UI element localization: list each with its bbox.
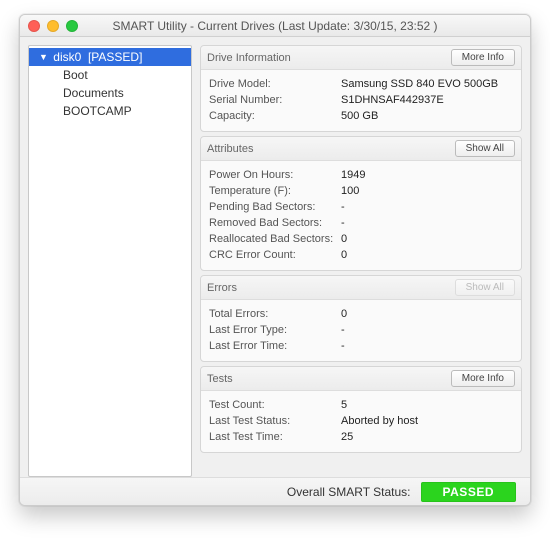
section-header: Tests More Info	[201, 367, 521, 391]
window-title: SMART Utility - Current Drives (Last Upd…	[20, 19, 530, 33]
section-header: Attributes Show All	[201, 137, 521, 161]
section-attributes: Attributes Show All Power On Hours:1949 …	[200, 136, 522, 271]
kv-value: -	[341, 340, 345, 352]
titlebar: SMART Utility - Current Drives (Last Upd…	[20, 15, 530, 37]
kv-key: Drive Model:	[209, 78, 341, 90]
kv-key: Temperature (F):	[209, 185, 341, 197]
kv-row: Last Test Status:Aborted by host	[209, 413, 513, 429]
content-area: ▼ disk0 [PASSED] Boot Documents BOOTCAMP…	[20, 37, 530, 477]
overall-status-label: Overall SMART Status:	[287, 485, 411, 499]
sidebar-item-disk0[interactable]: ▼ disk0 [PASSED]	[29, 48, 191, 66]
more-info-button[interactable]: More Info	[451, 49, 515, 66]
kv-key: CRC Error Count:	[209, 249, 341, 261]
traffic-lights	[28, 20, 78, 32]
show-all-button[interactable]: Show All	[455, 140, 515, 157]
sidebar-item-boot[interactable]: Boot	[29, 66, 191, 84]
kv-row: Temperature (F):100	[209, 183, 513, 199]
close-icon[interactable]	[28, 20, 40, 32]
main-panel: Drive Information More Info Drive Model:…	[200, 45, 522, 477]
kv-value: -	[341, 324, 345, 336]
kv-value: Aborted by host	[341, 415, 418, 427]
section-tests: Tests More Info Test Count:5 Last Test S…	[200, 366, 522, 453]
kv-row: Drive Model:Samsung SSD 840 EVO 500GB	[209, 76, 513, 92]
kv-row: Last Error Type:-	[209, 322, 513, 338]
kv-value: 0	[341, 308, 347, 320]
kv-value: 0	[341, 233, 347, 245]
kv-value: 25	[341, 431, 353, 443]
maximize-icon[interactable]	[66, 20, 78, 32]
kv-row: Last Test Time:25	[209, 429, 513, 445]
drive-sidebar: ▼ disk0 [PASSED] Boot Documents BOOTCAMP	[28, 45, 192, 477]
section-body: Total Errors:0 Last Error Type:- Last Er…	[201, 300, 521, 361]
sidebar-item-documents[interactable]: Documents	[29, 84, 191, 102]
kv-value: 500 GB	[341, 110, 378, 122]
kv-row: Pending Bad Sectors:-	[209, 199, 513, 215]
section-title: Drive Information	[207, 52, 291, 64]
kv-key: Capacity:	[209, 110, 341, 122]
kv-key: Total Errors:	[209, 308, 341, 320]
show-all-button: Show All	[455, 279, 515, 296]
kv-value: S1DHNSAF442937E	[341, 94, 444, 106]
section-errors: Errors Show All Total Errors:0 Last Erro…	[200, 275, 522, 362]
more-info-button[interactable]: More Info	[451, 370, 515, 387]
kv-key: Last Test Time:	[209, 431, 341, 443]
section-title: Tests	[207, 373, 233, 385]
kv-row: Last Error Time:-	[209, 338, 513, 354]
section-title: Errors	[207, 282, 237, 294]
kv-row: Removed Bad Sectors:-	[209, 215, 513, 231]
sidebar-item-bootcamp[interactable]: BOOTCAMP	[29, 102, 191, 120]
section-title: Attributes	[207, 143, 253, 155]
kv-key: Last Error Time:	[209, 340, 341, 352]
kv-key: Last Test Status:	[209, 415, 341, 427]
section-body: Power On Hours:1949 Temperature (F):100 …	[201, 161, 521, 270]
kv-key: Test Count:	[209, 399, 341, 411]
app-window: SMART Utility - Current Drives (Last Upd…	[19, 14, 531, 506]
sidebar-disk-status: [PASSED]	[88, 50, 142, 64]
section-header: Errors Show All	[201, 276, 521, 300]
footer: Overall SMART Status: PASSED	[20, 477, 530, 505]
disclosure-triangle-icon: ▼	[39, 52, 48, 62]
section-drive-info: Drive Information More Info Drive Model:…	[200, 45, 522, 132]
kv-key: Reallocated Bad Sectors:	[209, 233, 341, 245]
kv-row: CRC Error Count:0	[209, 247, 513, 263]
sidebar-disk-name: disk0	[53, 50, 81, 64]
kv-value: 0	[341, 249, 347, 261]
kv-value: 100	[341, 185, 359, 197]
kv-key: Serial Number:	[209, 94, 341, 106]
kv-value: Samsung SSD 840 EVO 500GB	[341, 78, 498, 90]
kv-value: -	[341, 201, 345, 213]
section-body: Drive Model:Samsung SSD 840 EVO 500GB Se…	[201, 70, 521, 131]
kv-value: 1949	[341, 169, 365, 181]
kv-row: Test Count:5	[209, 397, 513, 413]
kv-row: Reallocated Bad Sectors:0	[209, 231, 513, 247]
kv-row: Serial Number:S1DHNSAF442937E	[209, 92, 513, 108]
kv-key: Removed Bad Sectors:	[209, 217, 341, 229]
kv-row: Total Errors:0	[209, 306, 513, 322]
minimize-icon[interactable]	[47, 20, 59, 32]
kv-key: Power On Hours:	[209, 169, 341, 181]
kv-value: -	[341, 217, 345, 229]
kv-row: Capacity:500 GB	[209, 108, 513, 124]
kv-key: Last Error Type:	[209, 324, 341, 336]
kv-value: 5	[341, 399, 347, 411]
kv-key: Pending Bad Sectors:	[209, 201, 341, 213]
section-header: Drive Information More Info	[201, 46, 521, 70]
section-body: Test Count:5 Last Test Status:Aborted by…	[201, 391, 521, 452]
kv-row: Power On Hours:1949	[209, 167, 513, 183]
status-badge: PASSED	[421, 482, 516, 502]
